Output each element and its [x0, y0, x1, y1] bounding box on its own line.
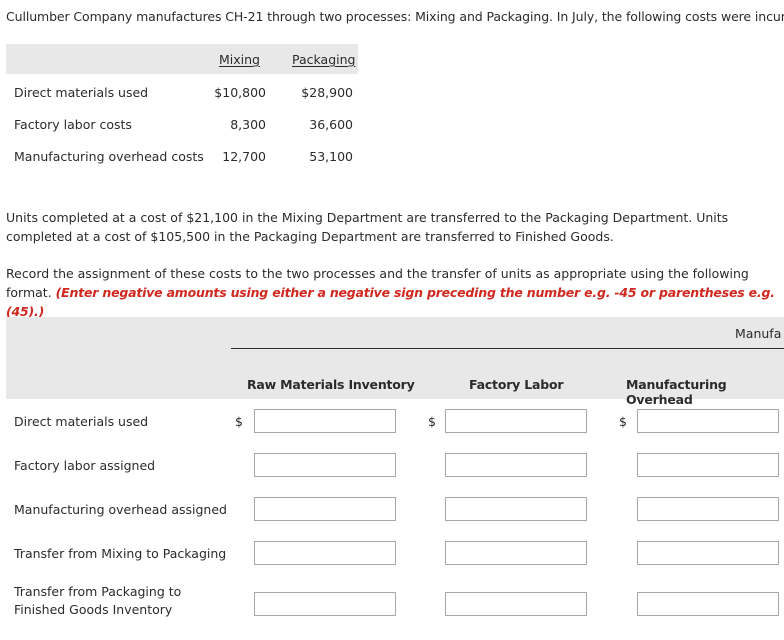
manufacturing-overhead-input[interactable]	[637, 592, 779, 616]
journal-row-label: Transfer from Mixing to Packaging	[14, 546, 227, 561]
journal-row-label: Factory labor assigned	[14, 458, 156, 473]
factory-labor-input[interactable]	[445, 541, 587, 565]
cost-packaging-value: 53,100	[309, 149, 353, 164]
factory-labor-input[interactable]	[445, 497, 587, 521]
cost-row-label: Direct materials used	[14, 85, 149, 100]
currency-symbol: $	[235, 414, 243, 429]
factory-labor-input[interactable]	[445, 409, 587, 433]
manufacturing-overhead-input[interactable]	[637, 409, 779, 433]
manufacturing-overhead-input[interactable]	[637, 497, 779, 521]
manufacturing-overhead-input[interactable]	[637, 541, 779, 565]
journal-row-label: Transfer from Packaging to Finished Good…	[14, 584, 182, 617]
raw-materials-input[interactable]	[254, 409, 396, 433]
cost-mixing-value: $10,800	[214, 85, 266, 100]
raw-materials-input[interactable]	[254, 541, 396, 565]
column-header-mixing: Mixing	[219, 52, 260, 67]
cost-mixing-value: 8,300	[230, 117, 266, 132]
factory-labor-input[interactable]	[445, 592, 587, 616]
header-divider	[231, 348, 784, 349]
cost-row-label: Factory labor costs	[14, 117, 132, 132]
cost-mixing-value: 12,700	[222, 149, 266, 164]
currency-symbol: $	[619, 414, 627, 429]
journal-row-label: Direct materials used	[14, 414, 149, 429]
manufacturing-overhead-input[interactable]	[637, 453, 779, 477]
column-header-packaging: Packaging	[292, 52, 356, 67]
group-header: Manufa	[735, 326, 782, 341]
column-header-raw-materials: Raw Materials Inventory	[247, 377, 415, 392]
instructions: Record the assignment of these costs to …	[6, 264, 778, 321]
raw-materials-input[interactable]	[254, 453, 396, 477]
transfer-description: Units completed at a cost of $21,100 in …	[6, 210, 729, 244]
instructions-note: (Enter negative amounts using either a n…	[6, 285, 775, 319]
problem-intro: Cullumber Company manufactures CH-21 thr…	[6, 9, 784, 24]
raw-materials-input[interactable]	[254, 592, 396, 616]
cost-packaging-value: 36,600	[309, 117, 353, 132]
currency-symbol: $	[428, 414, 436, 429]
raw-materials-input[interactable]	[254, 497, 396, 521]
column-header-manufacturing-overhead: Manufacturing Overhead	[626, 377, 727, 407]
journal-row-label: Manufacturing overhead assigned	[14, 502, 227, 517]
cost-packaging-value: $28,900	[301, 85, 353, 100]
column-header-factory-labor: Factory Labor	[469, 377, 564, 392]
cost-row-label: Manufacturing overhead costs	[14, 149, 204, 164]
factory-labor-input[interactable]	[445, 453, 587, 477]
